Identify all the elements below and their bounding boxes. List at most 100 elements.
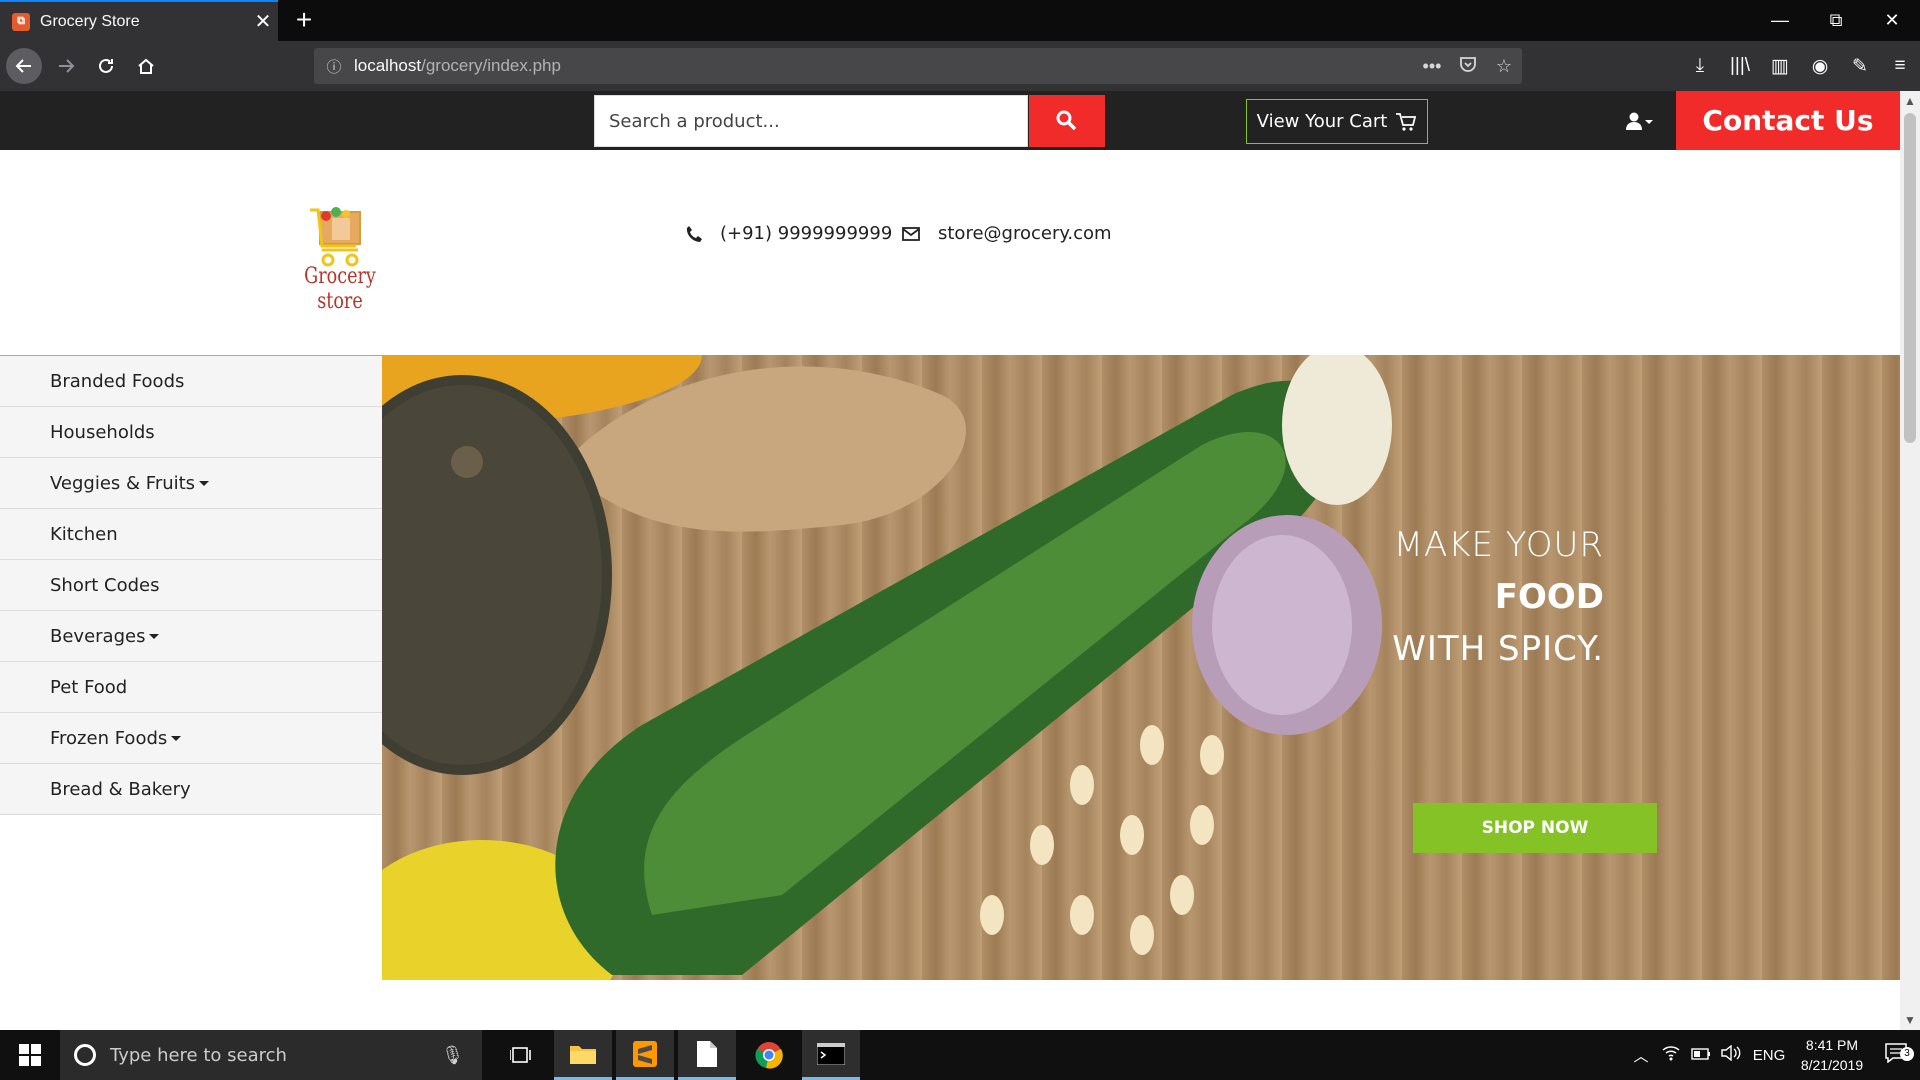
sidebar-item-label: Branded Foods [50,370,185,392]
web-page: View Your Cart Contact Us Grocery store … [0,91,1900,1030]
sidebar-item-frozen-foods[interactable]: Frozen Foods [0,713,382,764]
file-explorer-icon[interactable] [554,1030,612,1080]
sidebar-item-short-codes[interactable]: Short Codes [0,560,382,611]
url-host: localhost [354,56,422,75]
wifi-icon[interactable] [1656,1045,1686,1065]
cart-icon [1396,112,1417,131]
scroll-down-icon[interactable]: ▼ [1900,1010,1920,1030]
clock-date: 8/21/2019 [1800,1057,1864,1073]
email-contact: store@grocery.com [902,223,1112,244]
browser-tab[interactable]: ⧉ Grocery Store ✕ [0,0,278,41]
caret-down-icon [171,735,182,741]
home-button[interactable] [128,48,164,84]
taskbar-search-placeholder: Type here to search [110,1044,287,1066]
category-sidebar: Branded Foods Households Veggies & Fruit… [0,355,382,815]
account-icon[interactable]: ◉ [1800,48,1840,84]
banner-line-1: MAKE YOUR [1393,525,1604,565]
browser-tab-bar: ⧉ Grocery Store ✕ + — ⧉ ✕ [0,0,1920,41]
cart-label: View Your Cart [1256,111,1388,132]
view-cart-button[interactable]: View Your Cart [1246,99,1428,144]
page-scrollbar[interactable]: ▲ ▼ [1900,91,1920,1030]
site-info-icon[interactable]: ⓘ [314,56,354,77]
grocery-store-logo[interactable]: Grocery store [290,204,390,314]
toolbar: ⤓ |||\ ▥ ◉ ✎ ≡ [1680,48,1920,84]
menu-icon[interactable]: ≡ [1880,48,1920,84]
caret-down-icon [199,480,210,486]
new-tab-button[interactable]: + [288,4,320,36]
scrollbar-thumb[interactable] [1904,113,1916,443]
language-indicator[interactable]: ENG [1746,1047,1792,1064]
pocket-icon[interactable] [1450,55,1486,78]
url-path: /grocery/index.php [421,56,561,75]
tab-close-icon[interactable]: ✕ [248,9,278,34]
notification-count: 3 [1900,1047,1914,1061]
tray-expand-icon[interactable]: ︿ [1626,1045,1656,1066]
top-strip: View Your Cart Contact Us [0,91,1900,150]
home-icon [138,58,154,74]
sidebar-item-households[interactable]: Households [0,407,382,458]
minimize-button[interactable]: — [1752,0,1808,41]
email-address[interactable]: store@grocery.com [938,223,1112,244]
windows-logo-icon [19,1044,41,1066]
taskbar-search[interactable]: Type here to search 🎙 [60,1030,482,1080]
pen-icon[interactable]: ✎ [1840,48,1880,84]
close-window-button[interactable]: ✕ [1864,0,1920,41]
downloads-icon[interactable]: ⤓ [1680,48,1720,84]
phone-number: (+91) 9999999999 [720,223,893,244]
hero-banner: MAKE YOUR FOOD WITH SPICY. SHOP NOW [382,355,1900,980]
sidebar-item-veggies-fruits[interactable]: Veggies & Fruits [0,458,382,509]
back-button[interactable] [6,48,42,84]
cortana-icon [74,1044,96,1066]
chrome-icon[interactable] [740,1030,798,1080]
battery-icon[interactable] [1686,1047,1716,1064]
sidebar-item-bread-bakery[interactable]: Bread & Bakery [0,764,382,815]
url-text[interactable]: localhost/grocery/index.php [354,56,1414,76]
address-bar[interactable]: ⓘ localhost/grocery/index.php ••• ☆ [314,48,1522,84]
shop-now-button[interactable]: SHOP NOW [1413,803,1657,853]
sidebar-item-label: Frozen Foods [50,727,168,749]
sidebar-item-label: Beverages [50,625,146,647]
banner-line-3: WITH SPICY. [1392,629,1604,669]
search-button[interactable] [1029,95,1105,147]
reload-icon [99,58,113,73]
logo-text: Grocery store [304,264,376,314]
scroll-up-icon[interactable]: ▲ [1900,91,1920,111]
notifications-icon[interactable]: 3 [1872,1043,1920,1067]
windows-taskbar: Type here to search 🎙 ︿ ENG 8:41 PM 8/21… [0,1030,1920,1080]
page-actions-icon[interactable]: ••• [1414,56,1450,77]
sidebar-item-kitchen[interactable]: Kitchen [0,509,382,560]
tab-title: Grocery Store [40,12,140,30]
volume-icon[interactable] [1716,1044,1746,1065]
xampp-favicon-icon: ⧉ [12,12,30,31]
taskbar-clock[interactable]: 8:41 PM 8/21/2019 [1792,1035,1872,1075]
start-button[interactable] [0,1030,60,1080]
library-icon[interactable]: |||\ [1720,48,1760,84]
product-search-input[interactable] [607,109,1027,133]
phone-contact: (+91) 9999999999 [686,223,892,244]
contact-us-button[interactable]: Contact Us [1676,91,1900,150]
terminal-icon[interactable] [802,1030,860,1080]
user-menu-icon[interactable] [1626,109,1658,133]
phone-icon [686,225,702,242]
sidebar-item-pet-food[interactable]: Pet Food [0,662,382,713]
search-icon [1056,110,1077,131]
restore-button[interactable]: ⧉ [1808,0,1864,41]
reload-button[interactable] [88,48,124,84]
forward-arrow-icon [59,59,75,73]
bookmark-star-icon[interactable]: ☆ [1486,56,1522,77]
task-view-icon[interactable] [492,1030,550,1080]
sidebar-item-beverages[interactable]: Beverages [0,611,382,662]
sidebar-item-label: Households [50,421,155,443]
clock-time: 8:41 PM [1805,1037,1859,1053]
window-controls: — ⧉ ✕ [1752,0,1920,41]
envelope-icon [902,226,920,241]
system-tray: ︿ ENG 8:41 PM 8/21/2019 3 [1626,1030,1920,1080]
document-app-icon[interactable] [678,1030,736,1080]
sidebar-toggle-icon[interactable]: ▥ [1760,48,1800,84]
sidebar-item-label: Kitchen [50,523,118,545]
sublime-text-icon[interactable] [616,1030,674,1080]
back-arrow-icon [15,59,31,73]
sidebar-item-branded-foods[interactable]: Branded Foods [0,356,382,407]
forward-button[interactable] [48,48,84,84]
microphone-icon[interactable]: 🎙 [441,1045,464,1066]
